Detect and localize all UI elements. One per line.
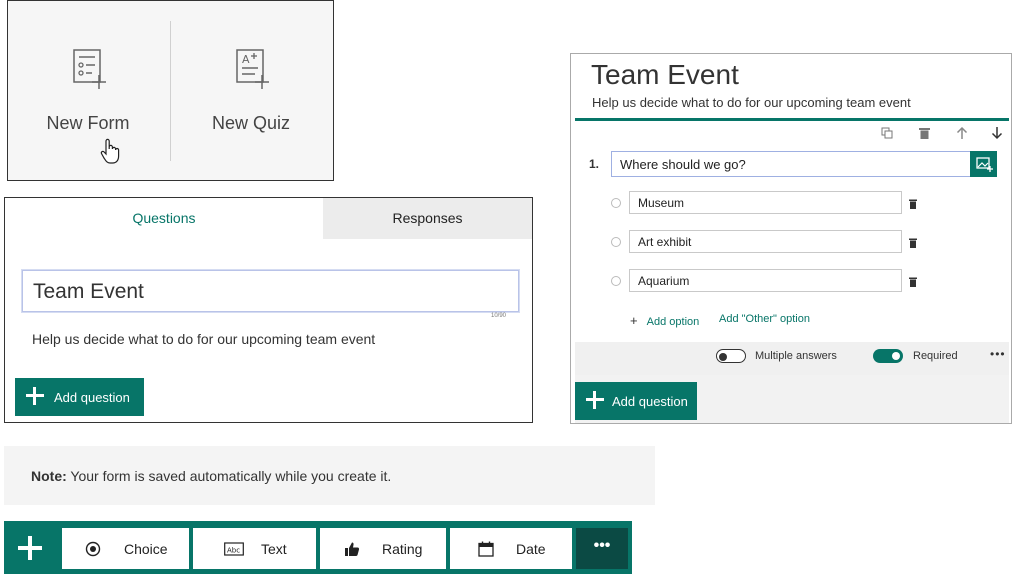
tab-questions[interactable]: Questions	[5, 198, 323, 239]
radio-choice-icon	[85, 541, 101, 557]
option-radio[interactable]	[611, 237, 621, 247]
toggle-knob	[719, 353, 727, 361]
option-input-2[interactable]: Art exhibit	[629, 230, 902, 253]
plus-icon: +	[630, 313, 638, 328]
plus-icon	[25, 386, 45, 406]
move-up-icon[interactable]	[956, 126, 968, 140]
svg-text:Abc: Abc	[227, 547, 240, 555]
title-char-counter: 10/90	[491, 313, 507, 319]
form-title: Team Event	[591, 59, 739, 90]
add-question-label: Add question	[54, 390, 130, 405]
add-question-label: Add question	[612, 394, 688, 409]
add-question-button[interactable]: Add question	[15, 378, 144, 416]
option-radio[interactable]	[611, 198, 621, 208]
option-radio[interactable]	[611, 276, 621, 286]
insert-media-button[interactable]	[970, 151, 997, 177]
question-type-toolbar: Choice Abc Text Rating Date •••	[4, 521, 632, 574]
add-option-link[interactable]: + Add option	[630, 313, 699, 328]
date-label: Date	[516, 541, 546, 557]
new-form-tile[interactable]: New Form	[8, 1, 168, 181]
tab-responses[interactable]: Responses	[323, 198, 532, 239]
move-down-icon[interactable]	[991, 126, 1003, 140]
text-field-icon: Abc	[224, 542, 244, 556]
rating-label: Rating	[382, 541, 423, 557]
add-other-option-link[interactable]: Add "Other" option	[719, 313, 810, 325]
toggle-knob	[892, 352, 900, 360]
multiple-answers-toggle[interactable]	[716, 349, 746, 363]
form-title-input[interactable]: Team Event	[22, 270, 519, 312]
thumbs-up-icon	[345, 542, 360, 556]
autosave-note: Note: Your form is saved automatically w…	[4, 446, 655, 505]
question-editor-panel: Team Event Help us decide what to do for…	[570, 53, 1012, 424]
option-input-1[interactable]: Museum	[629, 191, 902, 214]
copy-icon[interactable]	[881, 127, 893, 139]
more-question-types-button[interactable]: •••	[576, 528, 628, 569]
delete-option-icon[interactable]	[909, 238, 917, 248]
date-button[interactable]: Date	[450, 528, 572, 569]
new-quiz-tile[interactable]: A New Quiz	[171, 1, 331, 181]
form-editor-panel: Questions Responses Team Event 10/90 Hel…	[4, 197, 533, 423]
choice-label: Choice	[124, 541, 168, 557]
note-label: Note:	[31, 468, 67, 484]
new-form-label[interactable]: New Form	[8, 113, 168, 134]
choice-button[interactable]: Choice	[62, 528, 189, 569]
multiple-answers-label: Multiple answers	[755, 350, 837, 362]
new-quiz-icon: A	[236, 49, 269, 89]
note-text: Your form is saved automatically while y…	[66, 468, 392, 484]
form-description: Help us decide what to do for our upcomi…	[592, 95, 911, 110]
question-number: 1.	[589, 157, 600, 171]
add-option-label: Add option	[646, 316, 700, 328]
new-item-panel: New Form A New Quiz	[7, 0, 334, 181]
image-icon	[976, 157, 993, 172]
text-button[interactable]: Abc Text	[193, 528, 316, 569]
rating-button[interactable]: Rating	[320, 528, 446, 569]
new-form-icon	[73, 49, 106, 89]
add-question-button[interactable]: Add question	[575, 382, 697, 420]
plus-icon	[585, 390, 605, 410]
required-toggle[interactable]	[873, 349, 903, 363]
more-options-button[interactable]: •••	[990, 347, 1006, 361]
question-text-input[interactable]: Where should we go?	[611, 151, 971, 177]
required-label: Required	[913, 350, 958, 362]
calendar-icon	[478, 541, 494, 557]
new-quiz-label[interactable]: New Quiz	[171, 113, 331, 134]
option-input-3[interactable]: Aquarium	[629, 269, 902, 292]
delete-option-icon[interactable]	[909, 199, 917, 209]
form-description[interactable]: Help us decide what to do for our upcomi…	[32, 331, 375, 347]
plus-icon[interactable]	[18, 536, 42, 560]
hand-cursor-icon	[100, 138, 120, 164]
delete-icon[interactable]	[919, 127, 930, 139]
text-label: Text	[261, 541, 287, 557]
delete-option-icon[interactable]	[909, 277, 917, 287]
svg-text:A: A	[242, 53, 250, 66]
